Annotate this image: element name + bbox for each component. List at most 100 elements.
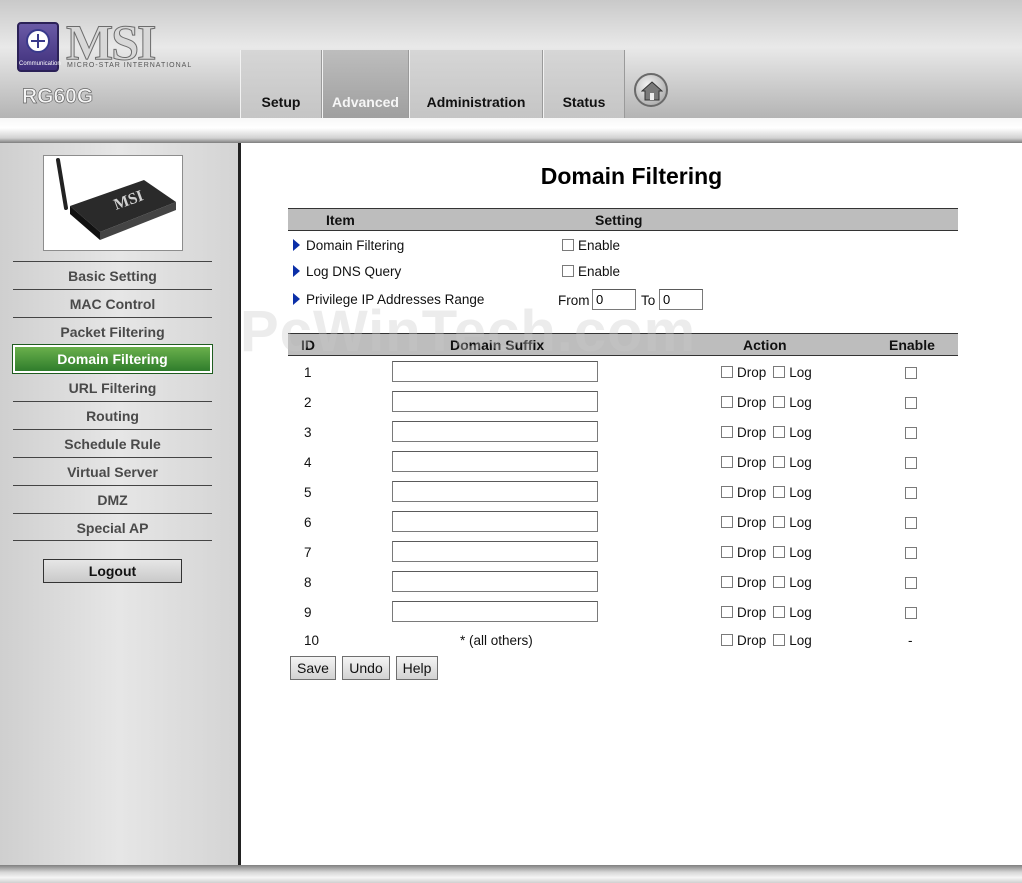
enable-checkbox[interactable] [905, 367, 917, 379]
log-checkbox[interactable] [773, 516, 786, 528]
tab-advanced[interactable]: Advanced [322, 50, 409, 118]
log-checkbox[interactable] [773, 486, 786, 498]
log-label: Log [789, 545, 812, 560]
enable-cell [905, 365, 921, 383]
rule-id: 5 [304, 485, 312, 500]
domain-suffix-input[interactable] [392, 571, 598, 592]
enable-checkbox[interactable] [905, 427, 917, 439]
rule-id: 10 [304, 633, 320, 648]
action-cell: Drop Log [721, 545, 812, 560]
drop-label: Drop [737, 455, 767, 470]
log-dns-enable: Enable [562, 264, 620, 279]
footer-bar [0, 865, 1022, 883]
drop-checkbox[interactable] [721, 426, 733, 438]
log-checkbox[interactable] [773, 366, 786, 378]
sidebar: MSI Basic Setting MAC Control Packet Fil… [0, 143, 241, 865]
enable-checkbox[interactable] [905, 517, 917, 529]
enable-checkbox[interactable] [905, 577, 917, 589]
sidebar-item-basic-setting[interactable]: Basic Setting [13, 261, 212, 289]
drop-checkbox[interactable] [721, 576, 733, 588]
enable-cell [905, 395, 921, 413]
enable-checkbox[interactable] [905, 487, 917, 499]
enable-label: Enable [578, 238, 621, 253]
setting-label: Log DNS Query [306, 264, 402, 279]
rule-id: 2 [304, 395, 312, 410]
rule-id: 9 [304, 605, 312, 620]
undo-button[interactable]: Undo [342, 656, 390, 680]
logout-button[interactable]: Logout [43, 559, 182, 583]
page-title: Domain Filtering [540, 163, 723, 189]
log-label: Log [789, 455, 812, 470]
enable-cell [905, 605, 921, 623]
enable-cell [905, 455, 921, 473]
log-label: Log [789, 395, 812, 410]
action-cell: Drop Log [721, 395, 812, 410]
help-button[interactable]: Help [396, 656, 438, 680]
arrow-right-icon [293, 293, 300, 305]
domain-suffix-input[interactable] [392, 451, 598, 472]
drop-checkbox[interactable] [721, 634, 733, 646]
enable-checkbox[interactable] [905, 547, 917, 559]
sidebar-item-dmz[interactable]: DMZ [13, 485, 212, 513]
enable-checkbox[interactable] [905, 397, 917, 409]
drop-checkbox[interactable] [721, 396, 733, 408]
badge-text: Communication [19, 61, 61, 67]
domain-suffix-input[interactable] [392, 391, 598, 412]
enable-checkbox[interactable] [905, 607, 917, 619]
sidebar-item-mac-control[interactable]: MAC Control [13, 289, 212, 317]
log-label: Log [789, 575, 812, 590]
arrow-right-icon [293, 265, 300, 277]
log-checkbox[interactable] [773, 426, 786, 438]
rule-id: 6 [304, 515, 312, 530]
all-others-text: * (all others) [460, 633, 533, 648]
log-checkbox[interactable] [773, 456, 786, 468]
model-name: RG60G [22, 85, 94, 109]
privilege-from-input[interactable] [592, 289, 636, 310]
home-button[interactable] [634, 73, 668, 107]
drop-checkbox[interactable] [721, 516, 733, 528]
domain-suffix-input[interactable] [392, 481, 598, 502]
setting-label: Domain Filtering [306, 238, 405, 253]
app-header: Communication MSI MICRO-STAR INTERNATION… [0, 0, 1022, 118]
domain-suffix-input[interactable] [392, 601, 598, 622]
log-checkbox[interactable] [773, 576, 786, 588]
enable-checkbox[interactable] [905, 457, 917, 469]
drop-checkbox[interactable] [721, 456, 733, 468]
domain-filtering-enable-checkbox[interactable] [562, 239, 574, 251]
sidebar-item-packet-filtering[interactable]: Packet Filtering [13, 317, 212, 345]
drop-checkbox[interactable] [721, 606, 733, 618]
enable-cell [905, 515, 921, 533]
log-checkbox[interactable] [773, 606, 786, 618]
drop-checkbox[interactable] [721, 366, 733, 378]
drop-label: Drop [737, 425, 767, 440]
rules-table-header: ID Domain Suffix Action Enable [288, 333, 958, 356]
log-checkbox[interactable] [773, 546, 786, 558]
sidebar-item-url-filtering[interactable]: URL Filtering [13, 373, 212, 401]
sidebar-item-special-ap[interactable]: Special AP [13, 513, 212, 541]
drop-checkbox[interactable] [721, 486, 733, 498]
save-button[interactable]: Save [290, 656, 336, 680]
sidebar-item-routing[interactable]: Routing [13, 401, 212, 429]
drop-checkbox[interactable] [721, 546, 733, 558]
sidebar-item-virtual-server[interactable]: Virtual Server [13, 457, 212, 485]
setting-log-dns-query: Log DNS Query [293, 264, 401, 279]
tab-administration[interactable]: Administration [409, 50, 543, 118]
log-checkbox[interactable] [773, 634, 786, 646]
domain-suffix-input[interactable] [392, 361, 598, 382]
router-image: MSI [43, 155, 183, 251]
domain-suffix-input[interactable] [392, 511, 598, 532]
sidebar-item-schedule-rule[interactable]: Schedule Rule [13, 429, 212, 457]
rule-id: 3 [304, 425, 312, 440]
domain-suffix-input[interactable] [392, 421, 598, 442]
log-label: Log [789, 633, 812, 648]
drop-label: Drop [737, 605, 767, 620]
log-dns-enable-checkbox[interactable] [562, 265, 574, 277]
log-checkbox[interactable] [773, 396, 786, 408]
privilege-to-input[interactable] [659, 289, 703, 310]
setting-domain-filtering: Domain Filtering [293, 238, 404, 253]
drop-label: Drop [737, 395, 767, 410]
sidebar-item-domain-filtering[interactable]: Domain Filtering [12, 344, 213, 374]
tab-status[interactable]: Status [543, 50, 625, 118]
domain-suffix-input[interactable] [392, 541, 598, 562]
tab-setup[interactable]: Setup [240, 50, 322, 118]
